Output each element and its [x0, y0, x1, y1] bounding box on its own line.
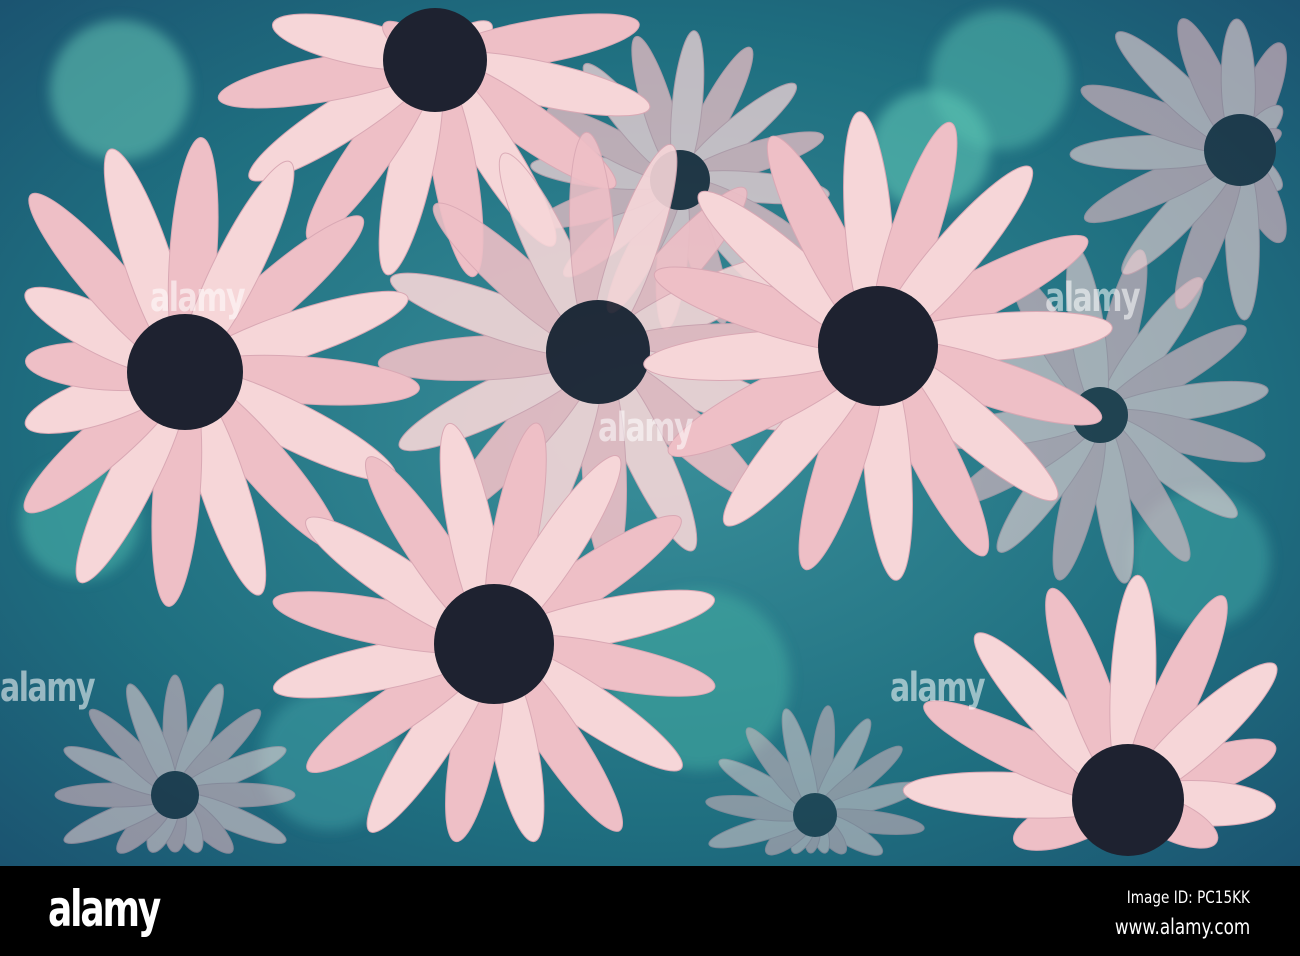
stock-photo-page: alamy alamy alamy alamy alamy alamy Imag…: [0, 0, 1300, 956]
footer-bar: alamy Image ID: PC15KK www.alamy.com: [0, 866, 1300, 956]
watermark: alamy: [150, 275, 246, 321]
watermark: alamy: [890, 665, 986, 711]
flower-center: [434, 584, 554, 704]
watermark: alamy: [0, 665, 96, 711]
flower-center: [1204, 114, 1276, 186]
alamy-logo: alamy: [48, 880, 161, 938]
flower-center: [818, 286, 938, 406]
flower-center: [383, 8, 487, 112]
watermark: alamy: [598, 405, 694, 451]
flower-center: [793, 793, 837, 837]
flower-center: [1072, 744, 1184, 856]
flower-center: [151, 771, 199, 819]
flower-center: [546, 300, 650, 404]
watermark: alamy: [1045, 275, 1141, 321]
bokeh-spot: [50, 20, 190, 160]
image-id: Image ID: PC15KK: [1126, 888, 1250, 908]
site-url[interactable]: www.alamy.com: [1115, 915, 1250, 939]
flower-center: [127, 314, 243, 430]
